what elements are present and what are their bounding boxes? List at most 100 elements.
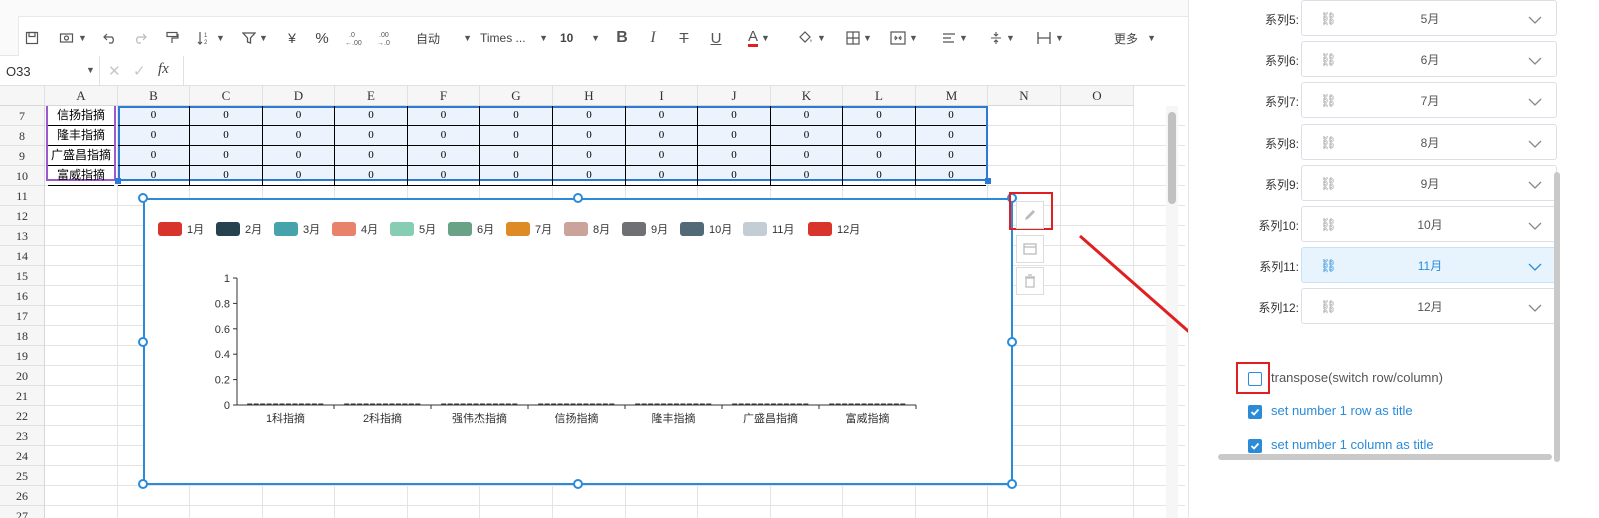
fill-color-button[interactable]: ▼ (793, 26, 831, 50)
row-header-21[interactable]: 21 (0, 386, 45, 406)
series-select[interactable]: ⛓ 5月 (1301, 0, 1557, 36)
strikethrough-button[interactable]: T (674, 26, 694, 50)
font-family-select[interactable]: Times ... ▼ (480, 26, 548, 50)
table-cell[interactable]: 0 (698, 166, 771, 186)
resize-handle-l[interactable] (138, 337, 148, 347)
option-checkbox[interactable] (1248, 439, 1262, 453)
column-header-G[interactable]: G (480, 86, 553, 106)
resize-handle-r[interactable] (1007, 337, 1017, 347)
series-select[interactable]: ⛓ 8月 (1301, 123, 1557, 160)
table-cell[interactable]: 0 (263, 126, 335, 146)
column-header-E[interactable]: E (335, 86, 408, 106)
row-header-23[interactable]: 23 (0, 426, 45, 446)
edit-chart-button[interactable] (1016, 201, 1044, 229)
table-cell[interactable]: 0 (408, 146, 480, 166)
table-cell[interactable]: 0 (408, 166, 480, 186)
table-cell[interactable]: 0 (771, 146, 843, 166)
table-cell[interactable]: 0 (771, 126, 843, 146)
legend-item[interactable]: 6月 (448, 221, 494, 237)
row-header-20[interactable]: 20 (0, 366, 45, 386)
legend-item[interactable]: 3月 (274, 221, 320, 237)
border-button[interactable]: ▼ (840, 26, 878, 50)
panel-horizontal-scrollbar[interactable] (1218, 454, 1552, 460)
formula-input[interactable] (183, 56, 1183, 85)
cancel-icon[interactable]: ✕ (108, 62, 121, 80)
redo-button[interactable] (130, 26, 150, 50)
series-select[interactable]: ⛓ 9月 (1301, 164, 1557, 201)
function-icon[interactable]: fx (158, 61, 169, 78)
option-label[interactable]: transpose(switch row/column) (1271, 370, 1443, 385)
table-cell[interactable]: 0 (263, 166, 335, 186)
table-cell[interactable]: 0 (480, 126, 553, 146)
column-header-J[interactable]: J (698, 86, 771, 106)
align-button[interactable]: ▼ (936, 26, 974, 50)
option-checkbox[interactable] (1248, 405, 1262, 419)
legend-item[interactable]: 12月 (808, 221, 860, 237)
row-header-25[interactable]: 25 (0, 466, 45, 486)
option-label[interactable]: set number 1 column as title (1271, 437, 1434, 452)
column-header-I[interactable]: I (626, 86, 698, 106)
table-row-name[interactable]: 隆丰指摘 (48, 126, 114, 146)
table-cell[interactable]: 0 (190, 126, 263, 146)
format-painter-button[interactable] (162, 26, 182, 50)
column-header-L[interactable]: L (843, 86, 916, 106)
number-format-select[interactable]: 自动 ▼ (416, 26, 472, 50)
table-cell[interactable]: 0 (480, 106, 553, 126)
font-size-select[interactable]: 10 ▼ (560, 26, 600, 50)
row-header-27[interactable]: 27 (0, 506, 45, 518)
column-header-O[interactable]: O (1061, 86, 1134, 106)
cell-reference-box[interactable]: O33 ▼ (0, 56, 100, 85)
table-cell[interactable]: 0 (480, 146, 553, 166)
table-cell[interactable]: 0 (698, 146, 771, 166)
row-header-19[interactable]: 19 (0, 346, 45, 366)
row-header-7[interactable]: 7 (0, 106, 45, 126)
table-cell[interactable]: 0 (843, 146, 916, 166)
table-cell[interactable]: 0 (553, 106, 626, 126)
legend-item[interactable]: 10月 (680, 221, 732, 237)
series-select[interactable]: ⛓ 6月 (1301, 41, 1557, 78)
option-label[interactable]: set number 1 row as title (1271, 403, 1413, 418)
resize-handle-br[interactable] (1007, 479, 1017, 489)
table-cell[interactable]: 0 (118, 126, 190, 146)
legend-item[interactable]: 5月 (390, 221, 436, 237)
row-header-24[interactable]: 24 (0, 446, 45, 466)
row-header-14[interactable]: 14 (0, 246, 45, 266)
table-cell[interactable]: 0 (553, 126, 626, 146)
legend-item[interactable]: 9月 (622, 221, 668, 237)
table-cell[interactable]: 0 (118, 146, 190, 166)
table-cell[interactable]: 0 (263, 106, 335, 126)
column-header-B[interactable]: B (118, 86, 190, 106)
table-cell[interactable]: 0 (916, 106, 986, 126)
merge-cells-button[interactable]: ▼ (885, 26, 923, 50)
table-row-name[interactable]: 富威指摘 (48, 166, 114, 186)
table-cell[interactable]: 0 (335, 146, 408, 166)
table-cell[interactable]: 0 (335, 106, 408, 126)
more-button[interactable]: 更多 ▼ (1114, 26, 1156, 50)
resize-handle-b[interactable] (573, 479, 583, 489)
increase-decimal-button[interactable]: .00 →.0 (373, 26, 397, 50)
column-header-H[interactable]: H (553, 86, 626, 106)
table-cell[interactable]: 0 (190, 106, 263, 126)
table-cell[interactable]: 0 (698, 106, 771, 126)
italic-button[interactable]: I (643, 26, 663, 50)
bold-button[interactable]: B (612, 26, 632, 50)
row-header-10[interactable]: 10 (0, 166, 45, 186)
panel-vertical-scrollbar[interactable] (1554, 172, 1560, 462)
legend-item[interactable]: 2月 (216, 221, 262, 237)
table-cell[interactable]: 0 (771, 106, 843, 126)
sort-dropdown-button[interactable]: 1 2 ▼ (191, 26, 231, 50)
column-header-M[interactable]: M (916, 86, 988, 106)
column-header-C[interactable]: C (190, 86, 263, 106)
table-cell[interactable]: 0 (408, 106, 480, 126)
row-header-11[interactable]: 11 (0, 186, 45, 206)
legend-item[interactable]: 7月 (506, 221, 552, 237)
undo-button[interactable] (100, 26, 120, 50)
row-header-15[interactable]: 15 (0, 266, 45, 286)
column-header-N[interactable]: N (988, 86, 1061, 106)
series-select[interactable]: ⛓ 7月 (1301, 82, 1557, 119)
column-header-F[interactable]: F (408, 86, 480, 106)
row-header-9[interactable]: 9 (0, 146, 45, 166)
row-header-22[interactable]: 22 (0, 406, 45, 426)
row-header-8[interactable]: 8 (0, 126, 45, 146)
table-cell[interactable]: 0 (118, 166, 190, 186)
